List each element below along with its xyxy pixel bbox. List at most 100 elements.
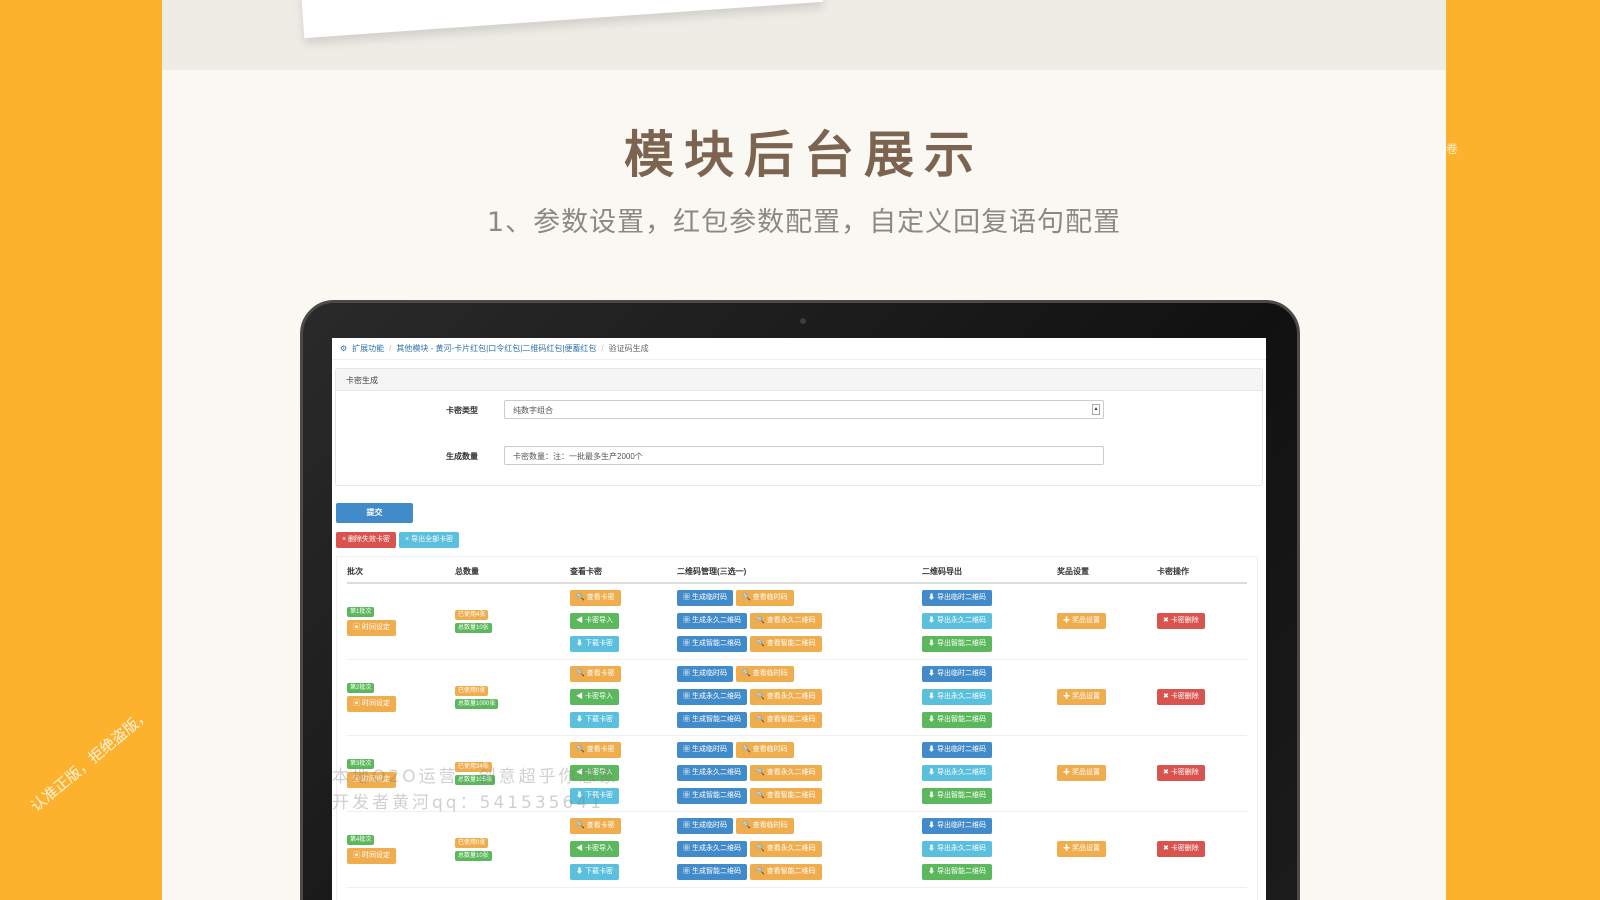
- submit-button[interactable]: 提交: [336, 503, 413, 523]
- generate-qr-button[interactable]: ▦ 生成智能二维码: [677, 712, 747, 728]
- breadcrumb-item[interactable]: 扩展功能: [352, 343, 384, 354]
- prize-icon: ✚: [1063, 769, 1072, 776]
- generate-qr-button[interactable]: ▦ 生成临时码: [677, 590, 733, 607]
- qr-icon: ▦: [683, 716, 692, 723]
- batch-label: 第2批次: [347, 683, 375, 693]
- delete-invalid-button[interactable]: × 删除失效卡密: [336, 532, 397, 548]
- export-temp-qr-button[interactable]: ⬇ 导出临时二维码: [922, 666, 992, 682]
- count-input[interactable]: 卡密数量：注：一批最多生产2000个: [504, 446, 1104, 465]
- view-qr-button[interactable]: 🔍 查看临时码: [735, 666, 794, 682]
- view-qr-button[interactable]: 🔍 查看智能二维码: [749, 712, 822, 728]
- generate-qr-button[interactable]: ▦ 生成智能二维码: [677, 864, 747, 880]
- time-setting-button[interactable]: ▣ 时间设定: [347, 620, 396, 637]
- generate-qr-button[interactable]: ▦ 生成永久二维码: [677, 765, 747, 781]
- view-qr-button[interactable]: 🔍 查看永久二维码: [749, 689, 822, 705]
- search-icon: 🔍: [755, 792, 767, 799]
- prize-setting-button[interactable]: ✚ 奖品设置: [1057, 841, 1106, 857]
- export-permanent-qr-button[interactable]: ⬇ 导出永久二维码: [922, 765, 992, 781]
- generate-qr-button[interactable]: ▦ 生成临时码: [677, 666, 733, 682]
- search-icon: 🔍: [741, 746, 753, 753]
- import-cards-button[interactable]: ◀ 卡密导入: [570, 689, 619, 705]
- view-qr-button[interactable]: 🔍 查看智能二维码: [749, 788, 822, 804]
- delete-card-button[interactable]: ✖ 卡密删除: [1157, 841, 1205, 857]
- batch-label: 第1批次: [347, 607, 375, 618]
- total-count-label: 总数量10张: [455, 851, 492, 861]
- import-icon: ◀: [576, 693, 585, 700]
- calendar-icon: ▣: [353, 852, 362, 859]
- total-count-label: 总数量1000张: [455, 699, 499, 709]
- view-qr-button[interactable]: 🔍 查看智能二维码: [749, 636, 822, 653]
- time-setting-button[interactable]: ▣ 时间设定: [347, 696, 396, 712]
- search-icon: 🔍: [755, 868, 767, 875]
- delete-card-button[interactable]: ✖ 卡密删除: [1157, 613, 1205, 630]
- download-icon: ⬇: [928, 670, 937, 677]
- bulk-actions: × 删除失效卡密 × 导出全部卡密: [336, 532, 460, 548]
- delete-card-button[interactable]: ✖ 卡密删除: [1157, 689, 1205, 705]
- type-select[interactable]: 纯数字组合 ▴: [504, 400, 1104, 419]
- breadcrumb-item: 验证码生成: [608, 344, 649, 353]
- export-smart-qr-button[interactable]: ⬇ 导出智能二维码: [922, 864, 992, 880]
- close-icon: ✖: [1163, 693, 1171, 700]
- generate-qr-button[interactable]: ▦ 生成智能二维码: [677, 636, 747, 653]
- prize-icon: ✚: [1063, 845, 1072, 852]
- download-cards-button[interactable]: ⬇ 下载卡密: [570, 864, 619, 880]
- view-cards-button[interactable]: 🔍 查看卡密: [570, 666, 621, 682]
- used-count-label: 已使用0张: [455, 686, 489, 696]
- col-qr-export: 二维码导出: [922, 557, 1057, 584]
- import-cards-button[interactable]: ◀ 卡密导入: [570, 613, 619, 630]
- generate-qr-button[interactable]: ▦ 生成智能二维码: [677, 788, 747, 804]
- export-temp-qr-button[interactable]: ⬇ 导出临时二维码: [922, 818, 992, 834]
- view-qr-button[interactable]: 🔍 查看临时码: [735, 742, 794, 758]
- paper-decoration: [300, 0, 824, 39]
- col-prize: 奖品设置: [1057, 557, 1157, 584]
- batch-label: 第4批次: [347, 835, 375, 845]
- download-cards-button[interactable]: ⬇ 下载卡密: [570, 712, 619, 728]
- generate-qr-button[interactable]: ▦ 生成永久二维码: [677, 841, 747, 857]
- view-qr-button[interactable]: 🔍 查看永久二维码: [749, 841, 822, 857]
- prize-setting-button[interactable]: ✚ 奖品设置: [1057, 613, 1106, 630]
- view-qr-button[interactable]: 🔍 查看临时码: [735, 590, 794, 607]
- view-qr-button[interactable]: 🔍 查看永久二维码: [749, 613, 822, 630]
- export-permanent-qr-button[interactable]: ⬇ 导出永久二维码: [922, 841, 992, 857]
- prize-setting-button[interactable]: ✚ 奖品设置: [1057, 689, 1106, 705]
- view-qr-button[interactable]: 🔍 查看永久二维码: [749, 765, 822, 781]
- export-permanent-qr-button[interactable]: ⬇ 导出永久二维码: [922, 613, 992, 630]
- table-row: 第1批次 ▣ 时间设定 已使用4张 总数量10张 🔍 查看卡密 ◀ 卡密导入 ⬇…: [347, 583, 1247, 660]
- qr-icon: ▦: [683, 617, 692, 625]
- export-smart-qr-button[interactable]: ⬇ 导出智能二维码: [922, 712, 992, 728]
- generate-qr-button[interactable]: ▦ 生成永久二维码: [677, 613, 747, 630]
- time-setting-button[interactable]: ▣ 时间设定: [347, 848, 396, 864]
- export-temp-qr-button[interactable]: ⬇ 导出临时二维码: [922, 742, 992, 758]
- download-icon: ⬇: [928, 822, 937, 829]
- generate-qr-button[interactable]: ▦ 生成永久二维码: [677, 689, 747, 705]
- breadcrumb: ⚙ 扩展功能 / 其他模块 - 黄河-卡片红包|口令红包|二维码红包|便蓄红包 …: [332, 338, 1266, 360]
- view-qr-button[interactable]: 🔍 查看临时码: [735, 818, 794, 834]
- generate-qr-button[interactable]: ▦ 生成临时码: [677, 818, 733, 834]
- prize-setting-button[interactable]: ✚ 奖品设置: [1057, 765, 1106, 781]
- prize-icon: ✚: [1063, 693, 1072, 700]
- download-icon: ⬇: [928, 769, 937, 776]
- export-all-button[interactable]: × 导出全部卡密: [399, 532, 460, 548]
- view-qr-button[interactable]: 🔍 查看智能二维码: [749, 864, 822, 880]
- import-cards-button[interactable]: ◀ 卡密导入: [570, 841, 619, 857]
- export-permanent-qr-button[interactable]: ⬇ 导出永久二维码: [922, 689, 992, 705]
- search-icon: 🔍: [755, 693, 767, 700]
- export-smart-qr-button[interactable]: ⬇ 导出智能二维码: [922, 788, 992, 804]
- breadcrumb-item[interactable]: 其他模块 - 黄河-卡片红包|口令红包|二维码红包|便蓄红包: [396, 343, 596, 354]
- search-icon: 🔍: [755, 716, 767, 723]
- export-smart-qr-button[interactable]: ⬇ 导出智能二维码: [922, 636, 992, 653]
- view-cards-button[interactable]: 🔍 查看卡密: [570, 590, 621, 607]
- view-cards-button[interactable]: 🔍 查看卡密: [570, 818, 621, 834]
- download-icon: ⬇: [576, 640, 585, 648]
- col-batch: 批次: [347, 557, 455, 584]
- export-temp-qr-button[interactable]: ⬇ 导出临时二维码: [922, 590, 992, 607]
- download-cards-button[interactable]: ⬇ 下载卡密: [570, 636, 619, 653]
- search-icon: 🔍: [741, 594, 753, 602]
- generate-qr-button[interactable]: ▦ 生成临时码: [677, 742, 733, 758]
- form-row-count: 生成数量 卡密数量：注：一批最多生产2000个: [336, 437, 1262, 483]
- delete-card-button[interactable]: ✖ 卡密删除: [1157, 765, 1205, 781]
- view-cards-button[interactable]: 🔍 查看卡密: [570, 742, 621, 758]
- table-header-row: 批次 总数量 查看卡密 二维码管理(三选一) 二维码导出 奖品设置 卡密操作: [347, 557, 1247, 584]
- type-label: 卡密类型: [446, 406, 478, 415]
- qr-icon: ▦: [683, 594, 692, 602]
